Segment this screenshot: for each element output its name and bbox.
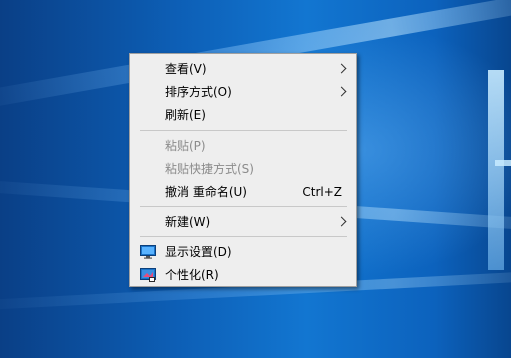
menu-item-label: 粘贴快捷方式(S) bbox=[165, 162, 254, 176]
menu-separator bbox=[140, 236, 347, 237]
menu-item-label: 显示设置(D) bbox=[165, 245, 232, 259]
menu-item-label: 粘贴(P) bbox=[165, 139, 206, 153]
menu-item-label: 刷新(E) bbox=[165, 108, 206, 122]
menu-item-label: 新建(W) bbox=[165, 215, 211, 229]
menu-item-label: 个性化(R) bbox=[165, 268, 219, 282]
menu-item-view[interactable]: 查看(V) bbox=[132, 58, 354, 80]
menu-item-sort-by[interactable]: 排序方式(O) bbox=[132, 81, 354, 103]
menu-item-new[interactable]: 新建(W) bbox=[132, 211, 354, 233]
menu-separator bbox=[140, 130, 347, 131]
menu-item-label: 查看(V) bbox=[165, 62, 207, 76]
monitor-icon bbox=[140, 245, 156, 259]
chevron-right-icon bbox=[336, 86, 347, 97]
menu-item-personalize[interactable]: 个性化(R) bbox=[132, 264, 354, 286]
wallpaper-window-logo bbox=[495, 160, 511, 166]
menu-item-shortcut: Ctrl+Z bbox=[302, 185, 342, 199]
personalize-icon bbox=[140, 268, 156, 282]
menu-separator bbox=[140, 206, 347, 207]
wallpaper-window-logo bbox=[488, 70, 504, 270]
menu-item-refresh[interactable]: 刷新(E) bbox=[132, 104, 354, 126]
menu-item-paste-shortcut[interactable]: 粘贴快捷方式(S) bbox=[132, 158, 354, 180]
menu-item-paste[interactable]: 粘贴(P) bbox=[132, 135, 354, 157]
chevron-right-icon bbox=[336, 63, 347, 74]
chevron-right-icon bbox=[336, 216, 347, 227]
desktop-context-menu: 查看(V) 排序方式(O) 刷新(E) 粘贴(P) 粘贴快捷方式(S) 撤消 重… bbox=[129, 53, 357, 287]
menu-item-label: 排序方式(O) bbox=[165, 85, 232, 99]
menu-item-display-settings[interactable]: 显示设置(D) bbox=[132, 241, 354, 263]
menu-item-undo-rename[interactable]: 撤消 重命名(U) Ctrl+Z bbox=[132, 181, 354, 203]
menu-item-label: 撤消 重命名(U) bbox=[165, 185, 247, 199]
